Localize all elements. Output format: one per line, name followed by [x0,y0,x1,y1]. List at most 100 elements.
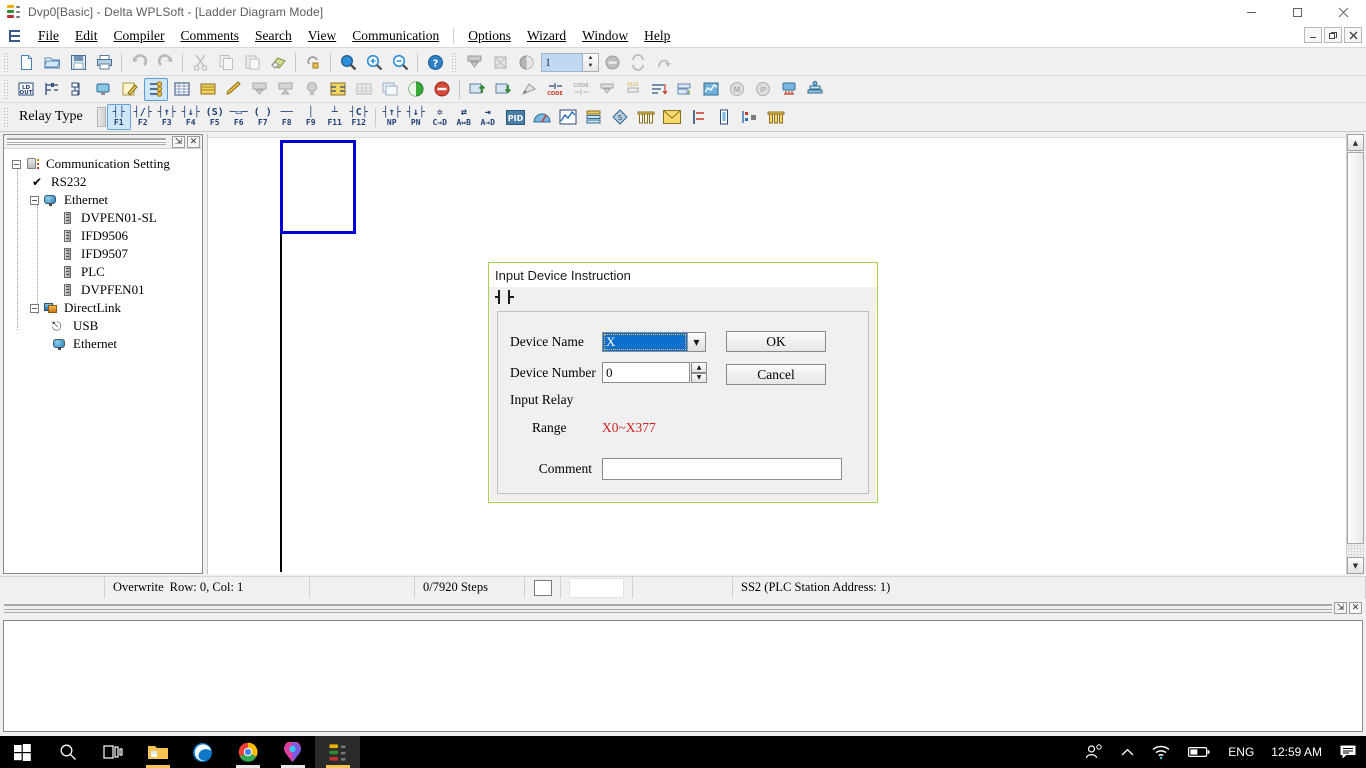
code-write-icon[interactable]: CODE [543,78,567,101]
copy-icon[interactable] [214,51,238,74]
device-name-value[interactable]: X [603,333,687,351]
rising-pulse-button[interactable]: ┤↑├ NP [380,104,404,130]
chrome-button[interactable] [225,736,270,768]
mdi-restore-button[interactable] [1324,27,1342,43]
expander-icon[interactable]: − [30,195,39,205]
people-icon[interactable] [1076,736,1112,768]
output-panel-pin-button[interactable]: ⇲ [1334,602,1347,614]
spinner-down-button[interactable]: ▼ [691,372,707,383]
language-indicator[interactable]: ENG [1219,736,1263,768]
cut-icon[interactable] [188,51,212,74]
paste-icon[interactable] [240,51,264,74]
minimize-button[interactable] [1228,0,1274,24]
menu-view[interactable]: View [300,26,344,46]
ip-icon[interactable]: IP [751,78,775,101]
device-table-icon[interactable] [170,78,194,101]
monitor-icon[interactable] [92,78,116,101]
tree-item-directlink-ethernet[interactable]: Ethernet [8,335,200,353]
ladder-diagram-icon[interactable] [40,78,64,101]
barchart2-icon[interactable] [764,106,788,129]
barchart-icon[interactable] [634,106,658,129]
comm-setting-icon[interactable] [144,77,168,101]
chart-icon[interactable] [699,78,723,101]
mail-icon[interactable] [660,106,684,129]
edit-mode-icon[interactable] [118,78,142,101]
expander-icon[interactable]: − [30,303,39,313]
show-hidden-icons-chevron[interactable] [1112,736,1143,768]
wplsoft-button[interactable] [315,736,360,768]
horizontal-line-button[interactable]: ── F8 [275,104,299,130]
search-button[interactable] [45,736,90,768]
falling-edge-contact-button[interactable]: ┤↓├ F4 [179,104,203,130]
panel-drag-lines[interactable] [7,138,166,145]
menu-options[interactable]: Options [460,26,519,46]
toolbar-grip[interactable] [3,52,10,72]
device-number-input[interactable]: 0 [602,362,690,383]
settings-stack-icon[interactable] [803,78,827,101]
stack-layers-icon[interactable] [582,106,606,129]
redo-icon[interactable] [153,51,177,74]
refresh-icon[interactable] [301,51,325,74]
satellite-icon[interactable] [517,78,541,101]
normally-closed-contact-button[interactable]: ┤/├ F2 [131,104,155,130]
sync-icon[interactable] [626,51,650,74]
panel-pin-button[interactable]: ⇲ [172,136,185,148]
toolbar-grip-3[interactable] [3,79,10,99]
set-coil-button[interactable]: (S) F5 [203,104,227,130]
device-name-combobox[interactable]: X ▼ [602,332,706,352]
maximize-button[interactable] [1274,0,1320,24]
ladder-cursor-selection[interactable] [280,140,356,234]
zoom-in-icon[interactable] [362,51,386,74]
tree-item-dvpfen01[interactable]: DVPFEN01 [8,281,200,299]
start-button[interactable] [0,736,45,768]
menu-compiler[interactable]: Compiler [106,26,173,46]
jump-icon[interactable] [652,51,676,74]
rising-edge-contact-button[interactable]: ┤↑├ F3 [155,104,179,130]
menu-search[interactable]: Search [247,26,300,46]
toolbar-grip-4[interactable] [3,107,10,127]
run-stop-icon[interactable] [514,51,538,74]
sort-icon[interactable] [647,78,671,101]
contact-to-coil-button[interactable]: ✲ C→D [428,104,452,130]
upload-icon[interactable] [465,78,489,101]
delete-vertical-line-button[interactable]: ┤C├ F12 [347,104,371,130]
clock[interactable]: 12:59 AM [1263,745,1330,759]
tree-item-rs232[interactable]: ✔ RS232 [8,173,200,191]
editor-vertical-scrollbar[interactable]: ▲ ▼ [1346,134,1364,574]
scroll-up-button[interactable]: ▲ [1347,134,1364,151]
scroll-thumb[interactable] [1347,152,1364,544]
mdi-minimize-button[interactable] [1304,27,1322,43]
mdi-close-button[interactable] [1344,27,1362,43]
tree-item-ifd9507[interactable]: IFD9507 [8,245,200,263]
step-icon[interactable] [738,106,762,129]
download-icon[interactable] [491,78,515,101]
step-spinner[interactable]: 1 ▲ ▼ [541,52,599,72]
thermometer-icon[interactable] [712,106,736,129]
task-view-button[interactable] [90,736,135,768]
wifi-icon[interactable] [1143,736,1179,768]
copy-window-icon[interactable] [378,78,402,101]
trend-chart-icon[interactable] [556,106,580,129]
zoom-out-icon[interactable] [388,51,412,74]
maps-button[interactable] [270,736,315,768]
zoom-icon[interactable] [336,51,360,74]
ladder-yellow-icon[interactable] [326,78,350,101]
step-value[interactable]: 1 [541,52,583,72]
menu-file[interactable]: File [30,26,67,46]
expander-icon[interactable]: − [12,159,21,169]
pen-icon[interactable] [222,78,246,101]
tree-item-ifd9506[interactable]: IFD9506 [8,227,200,245]
undo-icon[interactable] [127,51,151,74]
spinner-up-button[interactable]: ▲ [691,362,707,373]
application-instruction-button[interactable]: ─▭─ F6 [227,104,251,130]
stop-circle-icon[interactable] [600,51,624,74]
insert-device-button[interactable]: ⇥ A→D [476,104,500,130]
network-config-icon[interactable] [530,106,554,129]
close-button[interactable] [1320,0,1366,24]
network-icon[interactable] [777,78,801,101]
menu-wizard[interactable]: Wizard [519,26,574,46]
step-spinner-arrows[interactable]: ▲ ▼ [583,52,599,72]
grid-icon[interactable] [352,78,376,101]
bulb-icon[interactable] [300,78,324,101]
download-to-plc-icon[interactable] [462,51,486,74]
